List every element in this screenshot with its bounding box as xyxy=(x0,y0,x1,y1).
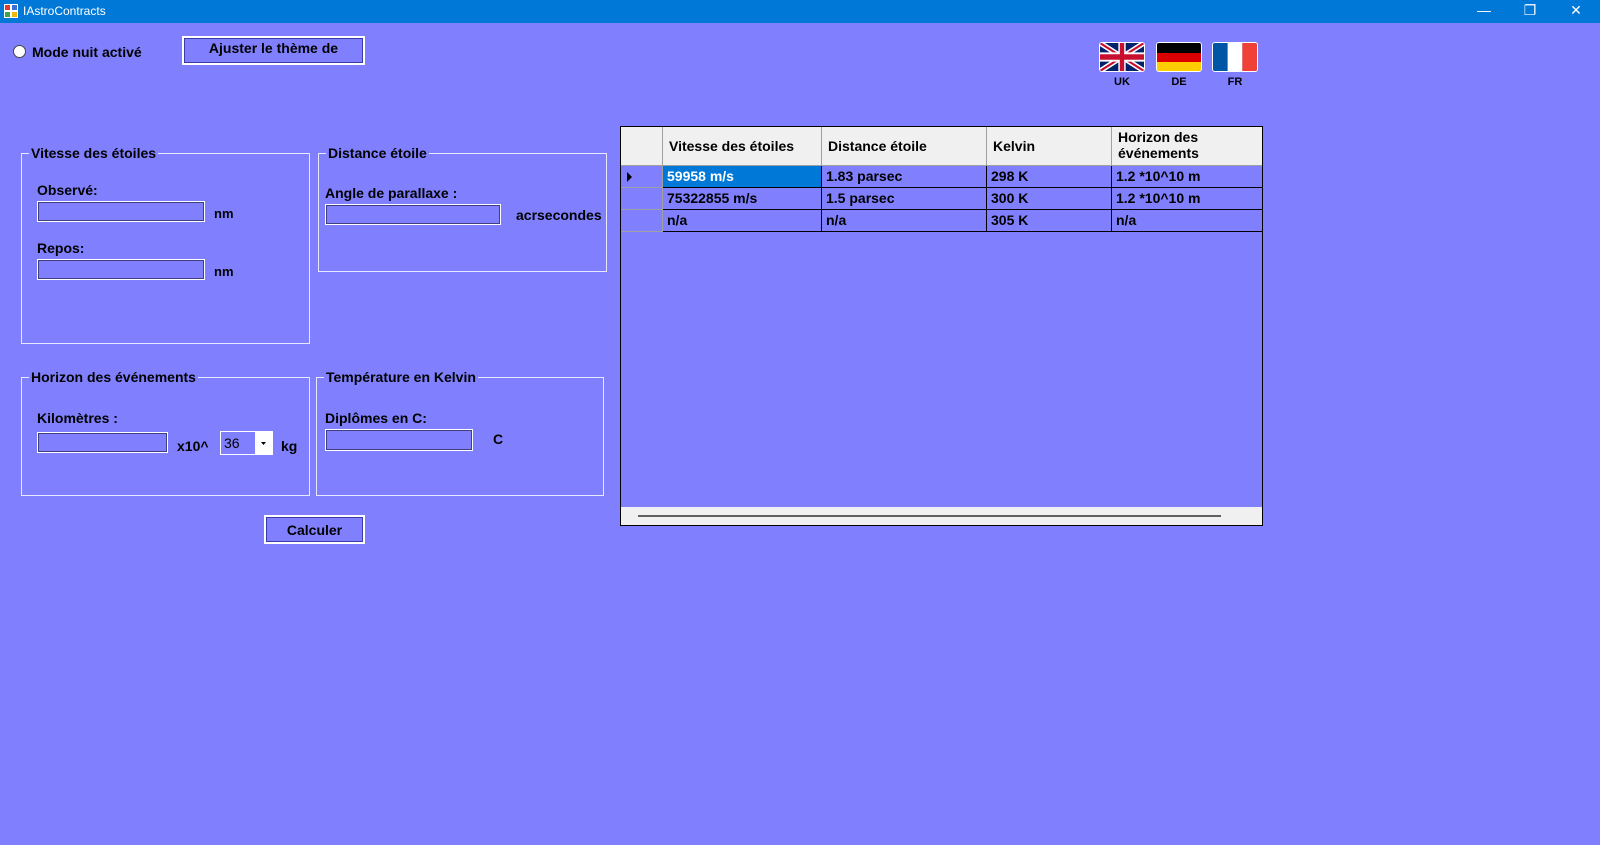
column-header-label: Distance étoile xyxy=(828,138,927,154)
grid-cell[interactable]: 75322855 m/s xyxy=(663,188,822,210)
star-speed-title: Vitesse des étoiles xyxy=(29,145,159,161)
grid-cell[interactable]: 1.83 parsec xyxy=(822,166,987,188)
germany-flag-button[interactable] xyxy=(1156,42,1202,72)
fr-label: FR xyxy=(1227,76,1243,88)
restore-button[interactable]: ❐ xyxy=(1507,0,1553,23)
column-header-speed[interactable]: Vitesse des étoiles xyxy=(663,127,822,166)
grid-corner xyxy=(621,127,663,166)
temperature-title: Température en Kelvin xyxy=(324,369,478,385)
grid-cell[interactable]: 305 K xyxy=(987,210,1112,232)
app-icon xyxy=(4,4,18,18)
adjust-theme-button[interactable]: Ajuster le thème de xyxy=(182,36,365,65)
exponent-label: x10^ xyxy=(177,438,209,454)
france-flag-button[interactable] xyxy=(1212,42,1258,72)
grid-cell[interactable]: n/a xyxy=(663,210,822,232)
night-mode-label: Mode nuit activé xyxy=(32,44,142,60)
column-header-kelvin[interactable]: Kelvin xyxy=(987,127,1112,166)
column-header-distance[interactable]: Distance étoile xyxy=(822,127,987,166)
observed-input[interactable] xyxy=(37,201,205,222)
window-title: IAstroContracts xyxy=(23,4,106,18)
title-bar: IAstroContracts — ❐ ✕ xyxy=(0,0,1600,23)
calculate-button[interactable]: Calculer xyxy=(264,515,365,544)
star-distance-title: Distance étoile xyxy=(326,145,429,161)
column-header-label: Kelvin xyxy=(993,138,1036,154)
rest-input[interactable] xyxy=(37,259,205,280)
rest-unit: nm xyxy=(214,264,234,279)
column-header-horizon[interactable]: Horizon des événements xyxy=(1112,127,1262,166)
night-mode-radio[interactable] xyxy=(13,45,26,58)
germany-flag-icon xyxy=(1157,43,1201,71)
parallax-label: Angle de parallaxe : xyxy=(325,185,458,201)
row-header[interactable] xyxy=(621,188,663,210)
scrollbar-thumb[interactable] xyxy=(638,515,1221,517)
celsius-unit: C xyxy=(493,431,504,447)
grid-cell[interactable]: n/a xyxy=(1112,210,1262,232)
observed-label: Observé: xyxy=(37,182,98,198)
uk-flag-button[interactable] xyxy=(1099,42,1145,72)
celsius-input[interactable] xyxy=(325,429,473,451)
row-header[interactable] xyxy=(621,210,663,232)
row-header[interactable] xyxy=(621,166,663,188)
uk-flag-icon xyxy=(1100,43,1144,71)
de-label: DE xyxy=(1171,76,1187,88)
chevron-down-icon xyxy=(261,442,266,445)
kilometers-label: Kilomètres : xyxy=(37,410,118,426)
column-header-label: Vitesse des étoiles xyxy=(669,138,795,154)
celsius-label: Diplômes en C: xyxy=(325,410,427,426)
france-flag-icon xyxy=(1213,43,1257,71)
grid-cell[interactable]: 1.5 parsec xyxy=(822,188,987,210)
horizontal-scrollbar[interactable] xyxy=(621,507,1262,525)
uk-label: UK xyxy=(1114,76,1130,88)
grid-cell[interactable]: 298 K xyxy=(987,166,1112,188)
grid-cell[interactable]: 59958 m/s xyxy=(663,166,822,188)
dropdown-arrow-button[interactable] xyxy=(255,432,272,454)
event-horizon-title: Horizon des événements xyxy=(29,369,198,385)
grid-cell[interactable]: 1.2 *10^10 m xyxy=(1112,166,1262,188)
exponent-select[interactable]: 36 xyxy=(220,431,273,455)
parallax-unit: acrsecondes xyxy=(516,207,602,223)
grid-cell[interactable]: 1.2 *10^10 m xyxy=(1112,188,1262,210)
kilometers-input[interactable] xyxy=(37,432,168,453)
minimize-button[interactable]: — xyxy=(1461,0,1507,23)
column-header-label: Horizon des événements xyxy=(1118,129,1199,161)
kg-unit: kg xyxy=(281,438,298,454)
rest-label: Repos: xyxy=(37,240,85,256)
grid-cell[interactable]: n/a xyxy=(822,210,987,232)
parallax-input[interactable] xyxy=(325,204,501,225)
results-grid[interactable]: Vitesse des étoiles Distance étoile Kelv… xyxy=(620,126,1263,526)
exponent-value: 36 xyxy=(224,435,240,451)
observed-unit: nm xyxy=(214,206,234,221)
close-button[interactable]: ✕ xyxy=(1553,0,1599,23)
current-row-arrow-icon xyxy=(627,172,632,182)
grid-cell[interactable]: 300 K xyxy=(987,188,1112,210)
